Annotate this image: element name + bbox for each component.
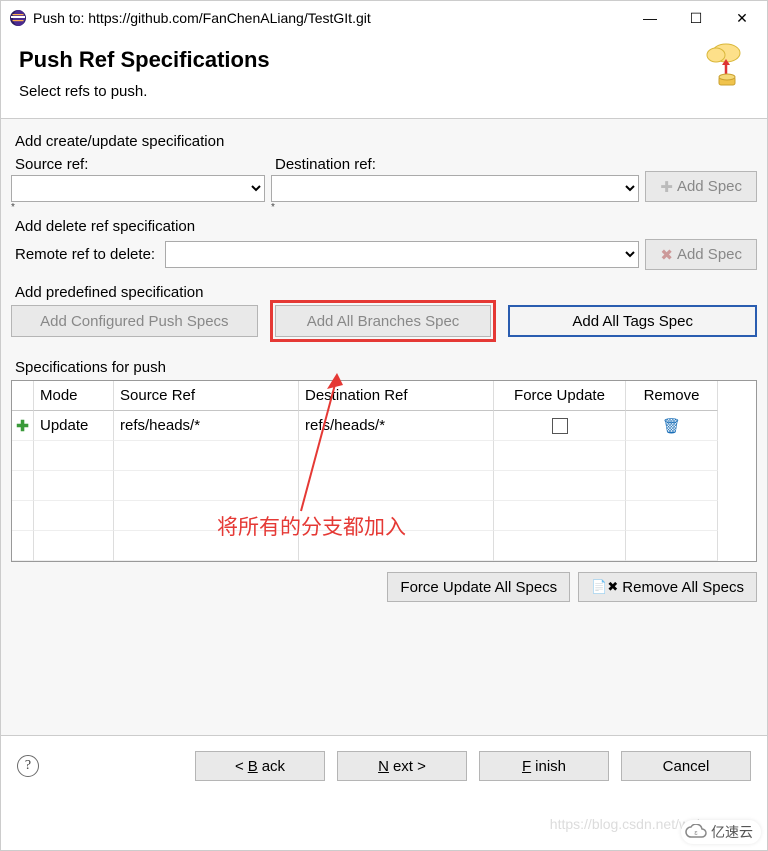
table-row	[12, 471, 34, 501]
col-force: Force Update	[494, 381, 626, 411]
source-ref-combo[interactable]	[11, 175, 265, 202]
cell-force[interactable]	[494, 411, 626, 441]
force-update-checkbox[interactable]	[552, 418, 568, 434]
remove-all-specs-button[interactable]: 📄✖ Remove All Specs	[578, 572, 757, 602]
back-button[interactable]: < Back	[195, 751, 325, 781]
specs-table-label: Specifications for push	[15, 359, 757, 376]
plus-icon: ✚	[16, 417, 29, 435]
add-delete-spec-button[interactable]: ✖ Add Spec	[645, 239, 757, 270]
cell-source: refs/heads/*	[114, 411, 299, 441]
add-delete-spec-label: Add Spec	[677, 246, 742, 263]
col-dest: Destination Ref	[299, 381, 494, 411]
watermark-brand-text: 亿速云	[711, 822, 753, 842]
help-button[interactable]: ?	[17, 755, 39, 777]
finish-button[interactable]: Finish	[479, 751, 609, 781]
col-icon	[12, 381, 34, 411]
required-marker: *	[271, 202, 639, 212]
wizard-header: Push Ref Specifications Select refs to p…	[1, 35, 767, 118]
table-row	[12, 531, 34, 561]
watermark-brand: ɛ 亿速云	[681, 820, 761, 844]
trash-icon: 🗑	[662, 417, 681, 435]
push-cloud-icon	[701, 41, 747, 96]
row-icon: ✚	[12, 411, 34, 441]
plus-icon: ✚	[660, 178, 673, 196]
add-configured-push-specs-button[interactable]: Add Configured Push Specs	[11, 305, 258, 337]
table-row	[12, 441, 34, 471]
add-create-spec-label: Add Spec	[677, 178, 742, 195]
required-marker: *	[11, 202, 265, 212]
add-all-branches-spec-button[interactable]: Add All Branches Spec	[275, 305, 492, 337]
remote-ref-delete-combo[interactable]	[165, 241, 639, 268]
create-update-section-label: Add create/update specification	[15, 133, 757, 150]
remote-ref-label: Remote ref to delete:	[15, 246, 155, 263]
delete-x-icon: ✖	[660, 246, 673, 264]
eclipse-icon	[9, 9, 27, 27]
cancel-button[interactable]: Cancel	[621, 751, 751, 781]
window-close-button[interactable]: ✕	[719, 3, 765, 33]
wizard-body: Add create/update specification Source r…	[1, 118, 767, 736]
force-update-all-button[interactable]: Force Update All Specs	[387, 572, 570, 602]
maximize-icon: ☐	[690, 10, 703, 27]
minimize-icon: —	[643, 10, 657, 26]
annotation-highlight: Add All Branches Spec	[270, 300, 497, 342]
doc-remove-icon: 📄✖	[591, 579, 618, 595]
window-minimize-button[interactable]: —	[627, 3, 673, 33]
delete-section-label: Add delete ref specification	[15, 218, 757, 235]
destination-ref-combo[interactable]	[271, 175, 639, 202]
col-mode: Mode	[34, 381, 114, 411]
page-title: Push Ref Specifications	[19, 47, 749, 73]
table-row	[12, 501, 34, 531]
destination-ref-label: Destination ref:	[275, 156, 639, 173]
col-source: Source Ref	[114, 381, 299, 411]
window-title: Push to: https://github.com/FanChenALian…	[33, 10, 627, 26]
col-remove: Remove	[626, 381, 718, 411]
cell-remove[interactable]: 🗑	[626, 411, 718, 441]
page-subtitle: Select refs to push.	[19, 83, 749, 100]
cell-mode: Update	[34, 411, 114, 441]
cloud-icon: ɛ	[685, 824, 707, 840]
title-bar: Push to: https://github.com/FanChenALian…	[1, 1, 767, 35]
predefined-section-label: Add predefined specification	[15, 284, 757, 301]
cell-dest: refs/heads/*	[299, 411, 494, 441]
annotation-text: 将所有的分支都加入	[217, 511, 406, 541]
svg-text:ɛ: ɛ	[694, 830, 698, 837]
add-create-spec-button[interactable]: ✚ Add Spec	[645, 171, 757, 202]
next-button[interactable]: Next >	[337, 751, 467, 781]
wizard-footer: ? < Back Next > Finish Cancel	[1, 736, 767, 796]
close-icon: ✕	[736, 10, 748, 27]
source-ref-label: Source ref:	[15, 156, 265, 173]
window-maximize-button[interactable]: ☐	[673, 3, 719, 33]
add-all-tags-spec-button[interactable]: Add All Tags Spec	[508, 305, 757, 337]
remove-all-specs-label: Remove All Specs	[622, 579, 744, 596]
